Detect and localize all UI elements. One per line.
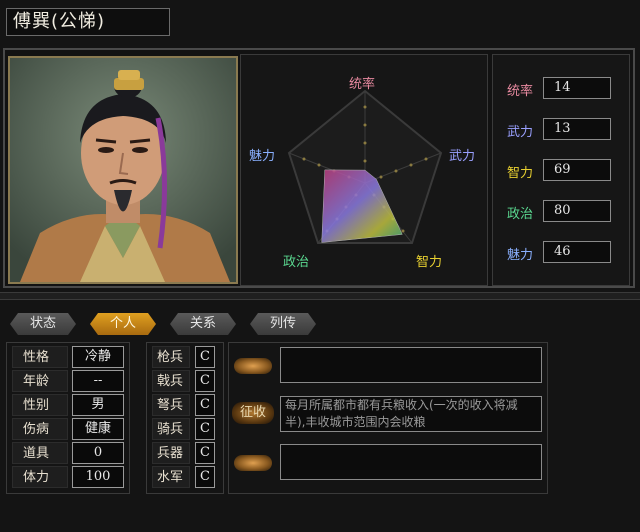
aptitude-value-spear: C bbox=[195, 346, 215, 368]
aptitude-label-crossbow: 弩兵 bbox=[152, 394, 190, 416]
skill-slot-1-gem-icon[interactable] bbox=[234, 358, 272, 374]
attr-label-items: 道具 bbox=[12, 442, 68, 464]
attr-label-stamina: 体力 bbox=[12, 466, 68, 488]
radar-label-wuli: 武力 bbox=[449, 149, 476, 164]
aptitude-label-cavalry: 骑兵 bbox=[152, 418, 190, 440]
stat-label-wuli: 武力 bbox=[507, 125, 534, 140]
attr-value-gender: 男 bbox=[72, 394, 124, 416]
skill-slot-2-box[interactable]: 每月所属都市都有兵粮收入(一次的收入将减半),丰收城市范围内会收粮 bbox=[280, 396, 542, 432]
stat-label-meili: 魅力 bbox=[507, 248, 534, 263]
skill-name-badge[interactable]: 征收 bbox=[232, 402, 274, 424]
aptitude-label-siege: 兵器 bbox=[152, 442, 190, 464]
radar-label-zhili: 智力 bbox=[416, 255, 443, 270]
tab-personal[interactable]: 个人 bbox=[90, 313, 156, 335]
stat-label-tongshuai: 统率 bbox=[507, 84, 534, 99]
aptitude-label-navy: 水军 bbox=[152, 466, 190, 488]
stat-value-zhili: 69 bbox=[543, 159, 611, 181]
radar-label-zhengzhi: 政治 bbox=[283, 255, 310, 270]
skill-slot-3-box[interactable] bbox=[280, 444, 542, 480]
radar-label-tongshuai: 统率 bbox=[349, 77, 376, 92]
tab-biography[interactable]: 列传 bbox=[250, 313, 316, 335]
officer-name-title: 傅巽(公悌) bbox=[6, 8, 170, 36]
stat-label-zhili: 智力 bbox=[507, 166, 534, 181]
stat-label-zhengzhi: 政治 bbox=[507, 207, 534, 222]
section-divider bbox=[0, 292, 640, 300]
attr-value-items: 0 bbox=[72, 442, 124, 464]
attr-value-injury: 健康 bbox=[72, 418, 124, 440]
aptitude-label-halberd: 戟兵 bbox=[152, 370, 190, 392]
attr-value-personality: 冷静 bbox=[72, 346, 124, 368]
aptitude-value-halberd: C bbox=[195, 370, 215, 392]
stat-value-zhengzhi: 80 bbox=[543, 200, 611, 222]
attr-label-gender: 性别 bbox=[12, 394, 68, 416]
tab-relations[interactable]: 关系 bbox=[170, 313, 236, 335]
attr-label-age: 年龄 bbox=[12, 370, 68, 392]
tab-status[interactable]: 状态 bbox=[10, 313, 76, 335]
skill-slot-3-gem-icon[interactable] bbox=[234, 455, 272, 471]
attr-label-injury: 伤病 bbox=[12, 418, 68, 440]
aptitude-value-crossbow: C bbox=[195, 394, 215, 416]
attr-value-stamina: 100 bbox=[72, 466, 124, 488]
aptitude-value-navy: C bbox=[195, 466, 215, 488]
skill-description: 每月所属都市都有兵粮收入(一次的收入将减半),丰收城市范围内会收粮 bbox=[285, 398, 518, 429]
stat-value-tongshuai: 14 bbox=[543, 77, 611, 99]
attribute-radar-chart: 统率 武力 智力 政治 魅力 bbox=[240, 54, 488, 286]
attr-label-personality: 性格 bbox=[12, 346, 68, 368]
stat-value-wuli: 13 bbox=[543, 118, 611, 140]
attr-value-age: -- bbox=[72, 370, 124, 392]
aptitude-value-cavalry: C bbox=[195, 418, 215, 440]
skill-slot-1-box[interactable] bbox=[280, 347, 542, 383]
radar-label-meili: 魅力 bbox=[249, 149, 276, 164]
officer-portrait bbox=[8, 56, 238, 284]
aptitude-value-siege: C bbox=[195, 442, 215, 464]
stat-value-meili: 46 bbox=[543, 241, 611, 263]
aptitude-label-spear: 枪兵 bbox=[152, 346, 190, 368]
